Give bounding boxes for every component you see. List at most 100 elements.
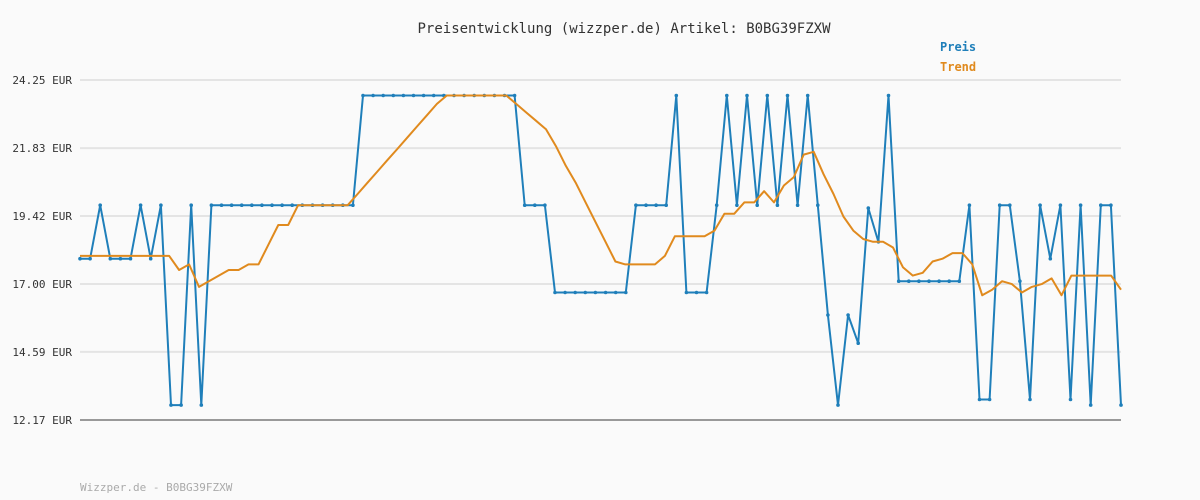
legend-entry-trend: Trend bbox=[940, 60, 976, 74]
data-point-preis bbox=[159, 203, 163, 207]
data-point-preis bbox=[1038, 203, 1042, 207]
data-point-preis bbox=[967, 203, 972, 207]
data-point-preis bbox=[169, 403, 173, 407]
y-tick-label: 17.00 EUR bbox=[12, 278, 72, 291]
data-point-preis bbox=[674, 93, 679, 98]
y-tick-label: 24.25 EUR bbox=[12, 74, 72, 87]
data-point-preis bbox=[533, 203, 537, 207]
footer-watermark: Wizzper.de - B0BG39FZXW bbox=[80, 481, 233, 494]
data-point-preis bbox=[148, 256, 153, 261]
data-point-preis bbox=[927, 279, 931, 284]
data-point-preis bbox=[421, 93, 426, 98]
series-line-trend bbox=[80, 94, 1122, 297]
grid-lines bbox=[80, 79, 1121, 353]
data-point-preis bbox=[684, 290, 689, 295]
data-point-preis bbox=[128, 256, 133, 261]
data-point-preis bbox=[1119, 403, 1123, 407]
data-point-preis bbox=[1008, 203, 1012, 207]
data-point-preis bbox=[431, 93, 436, 98]
data-point-preis bbox=[1028, 397, 1032, 402]
data-point-preis bbox=[270, 203, 274, 207]
data-point-preis bbox=[947, 279, 951, 284]
data-point-preis bbox=[1099, 203, 1103, 207]
data-point-preis bbox=[826, 313, 830, 317]
y-tick-label: 12.17 EUR bbox=[12, 414, 72, 427]
y-tick-labels: 24.25 EUR 21.83 EUR 19.42 EUR 17.00 EUR 14.5… bbox=[12, 74, 72, 427]
data-point-preis bbox=[805, 93, 810, 98]
data-point-preis bbox=[250, 203, 254, 207]
data-point-preis bbox=[866, 206, 871, 210]
data-point-preis bbox=[613, 290, 618, 295]
data-point-preis bbox=[138, 203, 143, 207]
data-point-preis bbox=[1078, 203, 1083, 207]
data-point-preis bbox=[725, 93, 729, 98]
data-point-preis bbox=[886, 93, 891, 98]
data-point-preis bbox=[957, 279, 962, 284]
data-point-preis bbox=[1109, 203, 1113, 207]
y-tick-label: 21.83 EUR bbox=[12, 142, 72, 155]
series-layer bbox=[78, 93, 1123, 407]
data-point-preis bbox=[917, 279, 921, 284]
data-point-preis bbox=[907, 279, 911, 284]
data-point-preis bbox=[573, 290, 577, 295]
data-point-preis bbox=[704, 290, 709, 295]
data-point-preis bbox=[219, 203, 224, 207]
chart-title: Preisentwicklung (wizzper.de) Artikel: B… bbox=[417, 21, 831, 37]
data-point-preis bbox=[836, 403, 840, 407]
y-tick-label: 19.42 EUR bbox=[12, 210, 72, 223]
legend: Preis Trend bbox=[940, 40, 976, 74]
data-point-preis bbox=[664, 203, 668, 207]
data-point-preis bbox=[179, 403, 183, 407]
data-point-preis bbox=[371, 93, 375, 98]
data-point-preis bbox=[1018, 279, 1022, 284]
data-point-preis bbox=[624, 290, 628, 295]
data-point-preis bbox=[1048, 256, 1053, 261]
data-point-preis bbox=[260, 203, 264, 207]
data-point-preis bbox=[290, 203, 295, 207]
data-point-preis bbox=[775, 203, 780, 207]
data-point-preis bbox=[1068, 397, 1073, 402]
data-point-preis bbox=[846, 313, 850, 317]
data-point-preis bbox=[209, 203, 214, 207]
data-point-preis bbox=[644, 203, 648, 207]
data-point-preis bbox=[391, 93, 396, 98]
data-point-preis bbox=[816, 203, 820, 207]
data-point-preis bbox=[795, 203, 800, 207]
data-point-preis bbox=[351, 203, 355, 207]
data-point-preis bbox=[654, 203, 658, 207]
data-point-preis bbox=[239, 203, 244, 207]
data-point-preis bbox=[1088, 403, 1093, 407]
data-point-preis bbox=[361, 93, 365, 98]
y-tick-label: 14.59 EUR bbox=[12, 346, 72, 359]
data-point-preis bbox=[745, 93, 749, 98]
data-point-preis bbox=[563, 290, 567, 295]
legend-entry-preis: Preis bbox=[940, 40, 976, 54]
data-point-preis bbox=[78, 256, 82, 261]
data-point-preis bbox=[1058, 203, 1063, 207]
series-line-preis bbox=[80, 94, 1122, 407]
data-point-preis bbox=[280, 203, 284, 207]
data-point-preis bbox=[553, 290, 557, 295]
price-chart: Preisentwicklung (wizzper.de) Artikel: B… bbox=[12, 21, 1123, 494]
data-point-preis bbox=[512, 93, 517, 98]
data-point-preis bbox=[694, 290, 699, 295]
data-point-preis bbox=[98, 203, 102, 207]
data-point-preis bbox=[199, 403, 204, 407]
data-point-preis bbox=[401, 93, 406, 98]
data-point-preis bbox=[189, 203, 193, 207]
data-point-preis bbox=[765, 93, 770, 98]
data-point-preis bbox=[88, 256, 92, 261]
data-point-preis bbox=[856, 341, 860, 346]
data-point-preis bbox=[522, 203, 527, 207]
data-point-preis bbox=[977, 397, 982, 402]
data-point-preis bbox=[634, 203, 638, 207]
data-point-preis bbox=[997, 203, 1002, 207]
data-point-preis bbox=[755, 203, 759, 207]
data-point-preis bbox=[785, 93, 790, 98]
data-point-preis bbox=[118, 256, 123, 261]
data-point-preis bbox=[987, 397, 992, 402]
data-point-preis bbox=[593, 290, 598, 295]
data-point-preis bbox=[108, 256, 113, 261]
data-point-preis bbox=[381, 93, 386, 98]
data-point-preis bbox=[603, 290, 608, 295]
